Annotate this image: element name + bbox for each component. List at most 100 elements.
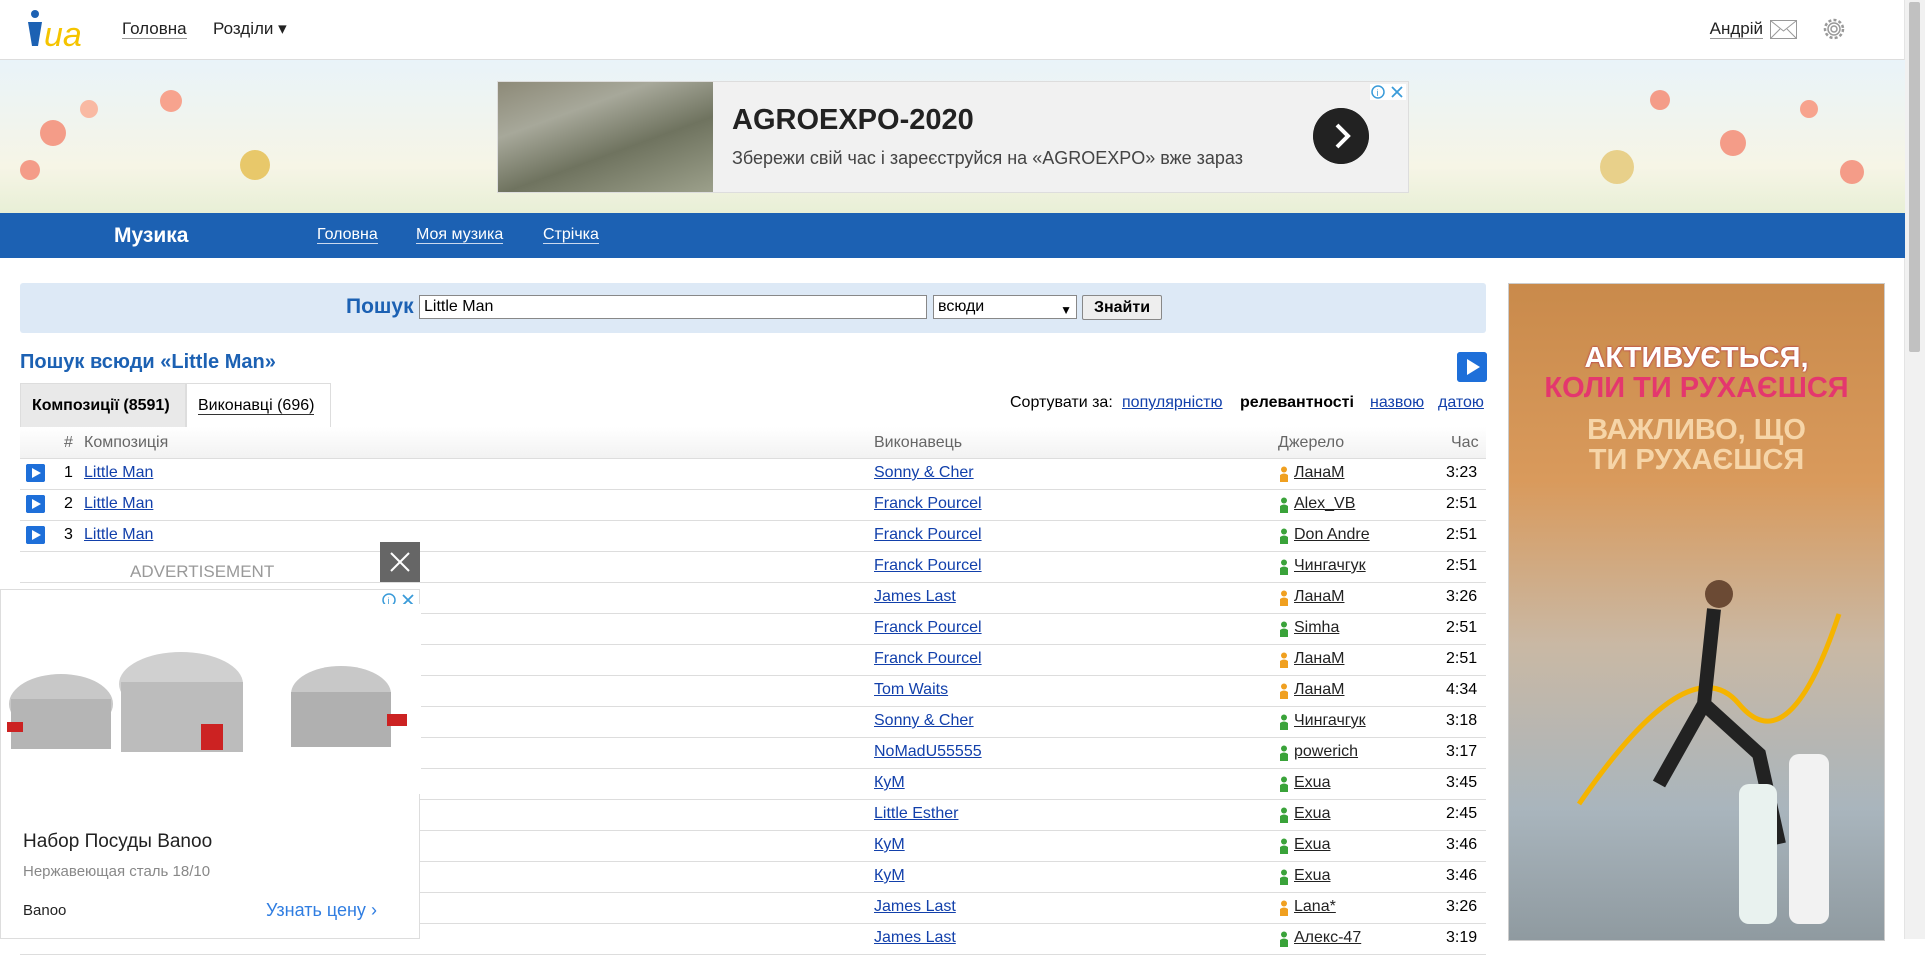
track-duration: 3:26 xyxy=(1446,588,1478,605)
track-duration: 2:51 xyxy=(1446,526,1478,543)
section-title[interactable]: Музика xyxy=(114,224,188,248)
artist-link[interactable]: КуМ xyxy=(874,836,905,854)
source-link[interactable]: Чингачгук xyxy=(1294,557,1366,575)
track-duration: 3:18 xyxy=(1446,712,1478,729)
artist-link[interactable]: NoMadU55555 xyxy=(874,743,982,761)
artist-link[interactable]: Little Esther xyxy=(874,805,958,823)
artist-link[interactable]: Franck Pourcel xyxy=(874,650,982,668)
user-icon xyxy=(1280,528,1288,544)
float-ad-cta-button[interactable]: Узнать цену › xyxy=(266,900,377,921)
artist-link[interactable]: James Last xyxy=(874,898,956,916)
search-scope-value: всюди xyxy=(938,298,985,315)
user-icon xyxy=(1280,900,1288,916)
source-link[interactable]: Don Andre xyxy=(1294,526,1370,544)
col-source: Джерело xyxy=(1278,434,1345,451)
track-duration: 3:23 xyxy=(1446,464,1478,481)
track-duration: 3:46 xyxy=(1446,836,1478,853)
music-nav-home[interactable]: Головна xyxy=(317,227,378,244)
search-button[interactable]: Знайти xyxy=(1082,295,1162,320)
user-icon xyxy=(1280,869,1288,885)
svg-text:i: i xyxy=(1377,88,1379,98)
play-all-icon[interactable] xyxy=(1457,352,1487,382)
results-title: Пошук всюди «Little Man» xyxy=(20,351,276,373)
source-link[interactable]: Чингачгук xyxy=(1294,712,1366,730)
nav-sections[interactable]: Розділи ▾ xyxy=(213,20,287,38)
source-link[interactable]: Exua xyxy=(1294,836,1330,854)
float-ad-cta-label: Узнать цену xyxy=(266,900,366,920)
artist-link[interactable]: James Last xyxy=(874,929,956,947)
track-link[interactable]: Little Man xyxy=(84,495,153,513)
nav-home[interactable]: Головна xyxy=(122,20,187,39)
chevron-down-icon: ▼ xyxy=(1060,303,1072,317)
ad-choices-icon[interactable]: i xyxy=(1370,84,1406,100)
table-row: 1 Little Man Sonny & Cher ЛанаМ 3:23 xyxy=(20,458,1486,490)
floating-ad[interactable]: i Набор Посуды Banoo Нержавеющая сталь 1… xyxy=(0,589,421,939)
artist-link[interactable]: Franck Pourcel xyxy=(874,619,982,637)
play-icon[interactable] xyxy=(26,495,45,513)
artist-link[interactable]: Tom Waits xyxy=(874,681,948,699)
track-duration: 2:51 xyxy=(1446,619,1478,636)
track-duration: 2:45 xyxy=(1446,805,1478,822)
artist-link[interactable]: Franck Pourcel xyxy=(874,557,982,575)
row-number: 1 xyxy=(64,464,73,481)
artist-link[interactable]: КуМ xyxy=(874,774,905,792)
play-icon[interactable] xyxy=(26,464,45,482)
close-icon[interactable] xyxy=(380,542,420,582)
source-link[interactable]: Lana* xyxy=(1294,898,1336,916)
side-ad[interactable]: АКТИВУЄТЬСЯ, КОЛИ ТИ РУХАЄШСЯ ВАЖЛИВО, Щ… xyxy=(1508,283,1885,941)
source-link[interactable]: Exua xyxy=(1294,867,1330,885)
track-link[interactable]: Little Man xyxy=(84,526,153,544)
artist-link[interactable]: Franck Pourcel xyxy=(874,526,982,544)
sort-date[interactable]: датою xyxy=(1438,394,1484,412)
source-link[interactable]: ЛанаМ xyxy=(1294,681,1344,699)
scroll-thumb[interactable] xyxy=(1909,2,1920,352)
artist-link[interactable]: James Last xyxy=(874,588,956,606)
sort-popularity[interactable]: популярністю xyxy=(1122,394,1223,412)
user-icon xyxy=(1280,807,1288,823)
source-link[interactable]: ЛанаМ xyxy=(1294,464,1344,482)
artist-link[interactable]: Sonny & Cher xyxy=(874,464,974,482)
track-link[interactable]: Little Man xyxy=(84,464,153,482)
ad-title: AGROEXPO-2020 xyxy=(732,104,974,136)
chevron-right-icon: › xyxy=(370,900,377,920)
track-duration: 4:34 xyxy=(1446,681,1478,698)
top-ad[interactable]: AGROEXPO-2020 Збережи свій час і зареєст… xyxy=(497,81,1409,193)
source-link[interactable]: Simha xyxy=(1294,619,1339,637)
artist-link[interactable]: КуМ xyxy=(874,867,905,885)
sort-relevance: релевантності xyxy=(1240,394,1354,411)
artist-link[interactable]: Franck Pourcel xyxy=(874,495,982,513)
chevron-right-icon[interactable] xyxy=(1313,108,1369,164)
track-duration: 3:17 xyxy=(1446,743,1478,760)
gear-icon[interactable] xyxy=(1821,16,1847,42)
source-link[interactable]: Exua xyxy=(1294,774,1330,792)
source-link[interactable]: ЛанаМ xyxy=(1294,588,1344,606)
user-icon xyxy=(1280,621,1288,637)
source-link[interactable]: Алекс-47 xyxy=(1294,929,1361,947)
col-artist: Виконавець xyxy=(874,434,963,451)
source-link[interactable]: powerich xyxy=(1294,743,1358,761)
user-icon xyxy=(1280,652,1288,668)
track-duration: 3:19 xyxy=(1446,929,1478,946)
track-duration: 3:46 xyxy=(1446,867,1478,884)
user-icon xyxy=(1280,714,1288,730)
col-num: # xyxy=(64,434,73,451)
music-nav-feed[interactable]: Стрічка xyxy=(543,227,599,244)
sort-name[interactable]: назвою xyxy=(1370,394,1424,412)
tab-tracks[interactable]: Композиції (8591) xyxy=(20,383,186,427)
music-nav-my-music[interactable]: Моя музика xyxy=(416,227,504,244)
mail-icon[interactable] xyxy=(1770,20,1797,39)
play-icon[interactable] xyxy=(26,526,45,544)
search-scope-select[interactable]: всюди ▼ xyxy=(933,295,1077,319)
source-link[interactable]: Exua xyxy=(1294,805,1330,823)
track-duration: 2:51 xyxy=(1446,557,1478,574)
scrollbar[interactable] xyxy=(1904,0,1925,939)
logo-icon[interactable]: ua xyxy=(24,8,94,52)
float-ad-subtitle: Нержавеющая сталь 18/10 xyxy=(23,863,211,880)
user-name-link[interactable]: Андрій xyxy=(1709,20,1763,39)
source-link[interactable]: ЛанаМ xyxy=(1294,650,1344,668)
artist-link[interactable]: Sonny & Cher xyxy=(874,712,974,730)
search-input[interactable] xyxy=(419,295,927,319)
advertisement-label: ADVERTISEMENT xyxy=(130,562,275,581)
source-link[interactable]: Alex_VB xyxy=(1294,495,1355,513)
tab-artists[interactable]: Виконавці (696) xyxy=(186,383,331,427)
